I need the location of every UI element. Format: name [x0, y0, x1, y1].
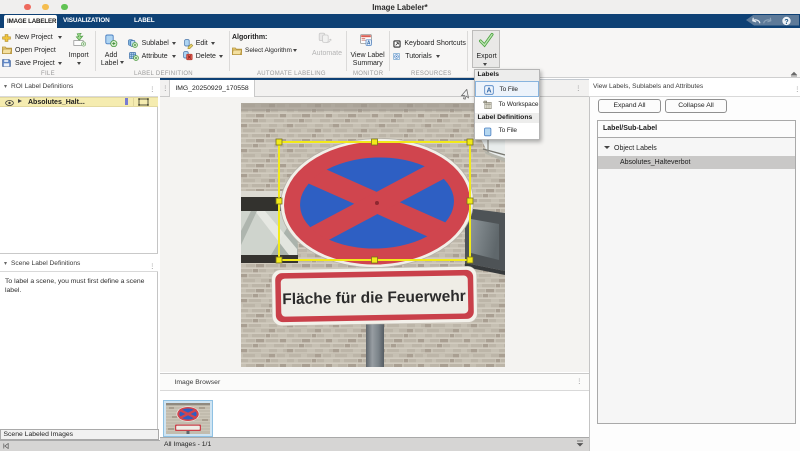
- svg-text:A: A: [486, 87, 491, 94]
- svg-text:A: A: [367, 40, 371, 46]
- svg-text:Fläche für die Feuerwehr: Fläche für die Feuerwehr: [282, 288, 466, 308]
- svg-text:?: ?: [784, 18, 788, 25]
